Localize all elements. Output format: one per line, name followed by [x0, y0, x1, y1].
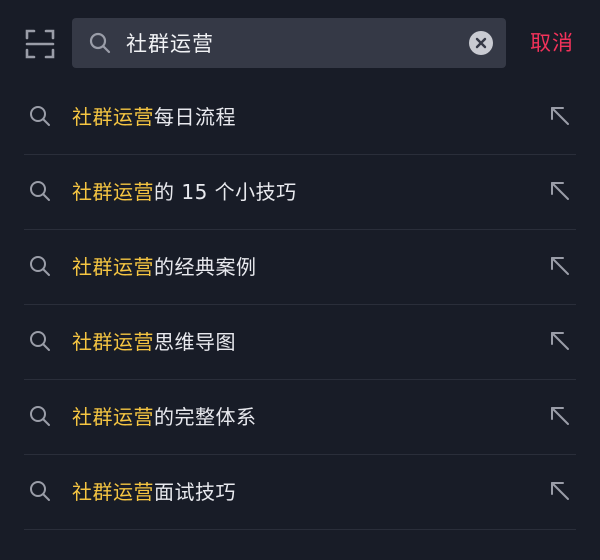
search-input[interactable] [126, 18, 456, 68]
search-header: 取消 [0, 0, 600, 86]
scan-icon [25, 29, 55, 59]
suggestion-item[interactable]: 社群运营的经典案例 [0, 230, 600, 305]
clear-search-button[interactable] [469, 31, 493, 55]
suggestion-rest: 每日流程 [154, 105, 236, 129]
suggestion-list: 社群运营每日流程 社群运营的 15 个小技巧 社群运营的经典案例 社群运营思维导… [0, 80, 600, 530]
suggestion-highlight: 社群运营 [72, 480, 154, 504]
suggestion-rest: 的经典案例 [154, 255, 257, 279]
arrow-up-left-icon[interactable] [548, 404, 572, 428]
search-icon [30, 406, 50, 426]
suggestion-rest: 的完整体系 [154, 405, 257, 429]
suggestion-text: 社群运营每日流程 [72, 100, 236, 134]
arrow-up-left-icon[interactable] [548, 179, 572, 203]
search-icon [30, 256, 50, 276]
suggestion-item[interactable]: 社群运营的 15 个小技巧 [0, 155, 600, 230]
suggestion-text: 社群运营的 15 个小技巧 [72, 175, 297, 209]
suggestion-rest: 思维导图 [154, 330, 236, 354]
search-icon [30, 481, 50, 501]
search-icon [30, 331, 50, 351]
search-icon [30, 181, 50, 201]
suggestion-text: 社群运营思维导图 [72, 325, 236, 359]
suggestion-text: 社群运营的完整体系 [72, 400, 257, 434]
suggestion-item[interactable]: 社群运营思维导图 [0, 305, 600, 380]
arrow-up-left-icon[interactable] [548, 104, 572, 128]
suggestion-highlight: 社群运营 [72, 255, 154, 279]
cancel-button[interactable]: 取消 [530, 28, 574, 58]
suggestion-highlight: 社群运营 [72, 180, 154, 204]
arrow-up-left-icon[interactable] [548, 329, 572, 353]
suggestion-item[interactable]: 社群运营面试技巧 [0, 455, 600, 530]
suggestion-highlight: 社群运营 [72, 105, 154, 129]
suggestion-rest: 的 15 个小技巧 [154, 180, 297, 204]
arrow-up-left-icon[interactable] [548, 479, 572, 503]
suggestion-highlight: 社群运营 [72, 330, 154, 354]
scan-button[interactable] [24, 28, 56, 60]
arrow-up-left-icon[interactable] [548, 254, 572, 278]
search-box[interactable] [72, 18, 506, 68]
search-icon [89, 32, 111, 54]
suggestion-item[interactable]: 社群运营每日流程 [0, 80, 600, 155]
suggestion-item[interactable]: 社群运营的完整体系 [0, 380, 600, 455]
suggestion-text: 社群运营面试技巧 [72, 475, 236, 509]
search-icon [30, 106, 50, 126]
suggestion-highlight: 社群运营 [72, 405, 154, 429]
clear-icon [475, 37, 487, 49]
suggestion-text: 社群运营的经典案例 [72, 250, 257, 284]
suggestion-rest: 面试技巧 [154, 480, 236, 504]
